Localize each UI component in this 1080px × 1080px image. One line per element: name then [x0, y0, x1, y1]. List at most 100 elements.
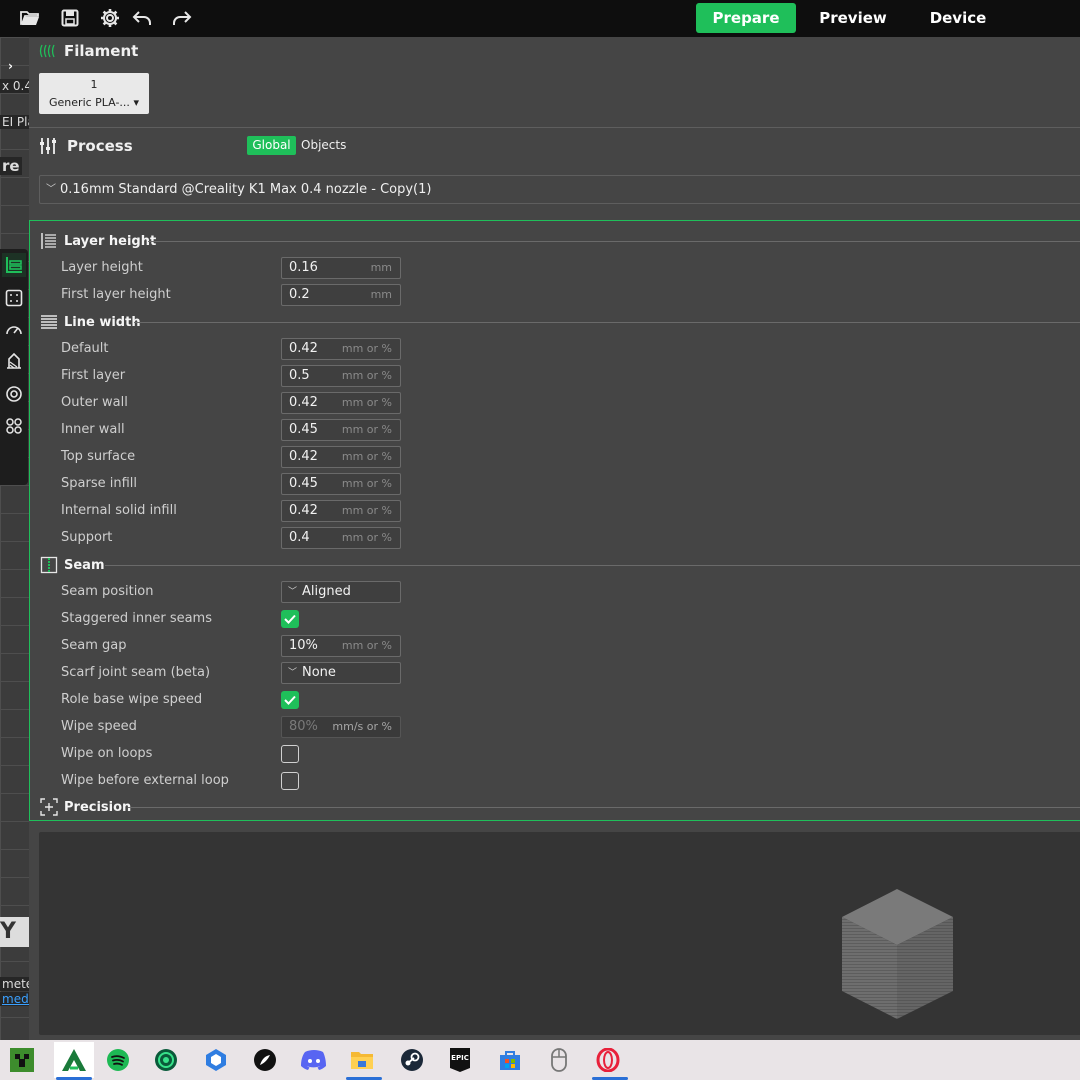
- folder-open-icon[interactable]: [18, 7, 42, 29]
- tab-objects[interactable]: Objects: [301, 136, 346, 155]
- line-width-icon: [41, 315, 57, 329]
- scarf-seam-select[interactable]: ﹀ None: [281, 662, 401, 684]
- line-width-sparse-infill-input[interactable]: 0.45 mm or %: [281, 473, 401, 495]
- group-title: Precision: [64, 799, 132, 815]
- divider: [29, 127, 1080, 128]
- wipe-speed-input[interactable]: 80% mm/s or %: [281, 716, 401, 738]
- process-sliders-icon: [40, 138, 56, 154]
- tab-prepare[interactable]: Prepare: [696, 3, 796, 33]
- line-width-first-layer-input[interactable]: 0.5 mm or %: [281, 365, 401, 387]
- setting-label: Seam gap: [61, 638, 127, 653]
- tab-preview[interactable]: Preview: [808, 3, 898, 33]
- store-icon[interactable]: [494, 1044, 526, 1076]
- creality-print-icon[interactable]: [54, 1042, 94, 1078]
- setting-label: Wipe speed: [61, 719, 137, 734]
- info-fragment: mete: [0, 977, 29, 991]
- plate-label-fragment: x 0.4: [0, 79, 29, 93]
- filament-slot-number: 1: [90, 78, 98, 91]
- settings-sidebar: Filament 1 Generic PLA-... ▾ Process Glo…: [29, 37, 1080, 1040]
- speed-gauge-icon[interactable]: [2, 318, 26, 342]
- group-title: Line width: [64, 314, 141, 330]
- process-preset-select[interactable]: ﹀ 0.16mm Standard @Creality K1 Max 0.4 n…: [39, 175, 1080, 204]
- dropdown-arrow-icon: ▾: [133, 96, 139, 109]
- process-settings-list: Layer height Layer height 0.16 mm First l…: [29, 220, 1080, 821]
- object-toolbar: [0, 249, 28, 485]
- chevron-down-icon: ﹀: [46, 184, 56, 195]
- 3d-view-edge: › x 0.4 EI Pla re Y mete media: [0, 37, 29, 1040]
- layer-height-input[interactable]: 0.16 mm: [281, 257, 401, 279]
- steam-icon[interactable]: [396, 1044, 428, 1076]
- gear-icon[interactable]: [98, 7, 122, 29]
- seam-gap-input[interactable]: 10% mm or %: [281, 635, 401, 657]
- setting-label: Staggered inner seams: [61, 611, 212, 626]
- file-explorer-icon[interactable]: [346, 1044, 378, 1076]
- epic-games-icon[interactable]: EPIC: [444, 1044, 476, 1076]
- group-layer-height: Layer height: [40, 231, 156, 251]
- multi-tool-icon[interactable]: [2, 414, 26, 438]
- process-header: Process: [29, 136, 1080, 156]
- model-preview-area: [39, 832, 1080, 1035]
- layer-height-icon: [41, 233, 56, 249]
- wipe-on-loops-checkbox[interactable]: [281, 745, 299, 763]
- checkmark-icon: [284, 614, 296, 624]
- minecraft-icon[interactable]: [6, 1044, 38, 1076]
- staggered-seams-checkbox[interactable]: [281, 610, 299, 628]
- setting-label: First layer height: [61, 287, 171, 302]
- save-icon[interactable]: [58, 7, 82, 29]
- opera-icon[interactable]: [592, 1044, 624, 1076]
- setting-label: Wipe before external loop: [61, 773, 229, 788]
- process-title: Process: [67, 137, 133, 155]
- app-icon[interactable]: [249, 1044, 281, 1076]
- role-wipe-speed-checkbox[interactable]: [281, 691, 299, 709]
- app-icon[interactable]: [200, 1044, 232, 1076]
- chevron-down-icon: ﹀: [288, 587, 298, 597]
- brand-logo-fragment: Y: [0, 917, 29, 947]
- seam-position-select[interactable]: ﹀ Aligned: [281, 581, 401, 603]
- plate-name-fragment: EI Pla: [0, 115, 29, 129]
- filament-icon: [39, 44, 55, 58]
- divider: [134, 322, 1080, 323]
- filament-slot-button[interactable]: 1 Generic PLA-... ▾: [39, 73, 149, 114]
- group-title: Layer height: [64, 233, 157, 249]
- tab-device[interactable]: Device: [915, 3, 1001, 33]
- support-tool-icon[interactable]: [2, 286, 26, 310]
- build-plate-grid: [0, 37, 29, 1040]
- setting-label: First layer: [61, 368, 126, 383]
- setting-label: Inner wall: [61, 422, 125, 437]
- first-layer-height-input[interactable]: 0.2 mm: [281, 284, 401, 306]
- chevron-down-icon: ﹀: [288, 668, 298, 678]
- cube-model-icon: [842, 889, 953, 1019]
- discord-icon[interactable]: [298, 1044, 330, 1076]
- seam-icon: [40, 556, 58, 574]
- checkmark-icon: [284, 695, 296, 705]
- line-width-support-input[interactable]: 0.4 mm or %: [281, 527, 401, 549]
- setting-label: Internal solid infill: [61, 503, 177, 518]
- setting-label: Outer wall: [61, 395, 128, 410]
- app-icon[interactable]: [150, 1044, 182, 1076]
- info-link-fragment[interactable]: media: [0, 992, 29, 1006]
- view-label-fragment: re: [0, 157, 22, 175]
- line-width-default-input[interactable]: 0.42 mm or %: [281, 338, 401, 360]
- undo-icon[interactable]: [130, 7, 154, 29]
- line-width-outer-wall-input[interactable]: 0.42 mm or %: [281, 392, 401, 414]
- redo-icon[interactable]: [170, 7, 194, 29]
- others-tool-icon[interactable]: [2, 382, 26, 406]
- setting-label: Seam position: [61, 584, 154, 599]
- group-precision: Precision: [40, 797, 131, 817]
- strength-tool-icon[interactable]: [2, 349, 26, 373]
- wipe-before-external-checkbox[interactable]: [281, 772, 299, 790]
- filament-title: Filament: [64, 42, 139, 60]
- tab-global[interactable]: Global: [247, 136, 296, 155]
- mouse-icon[interactable]: [543, 1044, 575, 1076]
- line-width-internal-solid-input[interactable]: 0.42 mm or %: [281, 500, 401, 522]
- process-preset-value: 0.16mm Standard @Creality K1 Max 0.4 noz…: [60, 182, 432, 197]
- expand-icon[interactable]: ›: [8, 59, 13, 73]
- svg-text:EPIC: EPIC: [451, 1054, 469, 1062]
- layer-tool-icon[interactable]: [2, 253, 26, 277]
- setting-label: Support: [61, 530, 113, 545]
- group-title: Seam: [64, 557, 105, 573]
- line-width-inner-wall-input[interactable]: 0.45 mm or %: [281, 419, 401, 441]
- setting-label: Sparse infill: [61, 476, 137, 491]
- line-width-top-surface-input[interactable]: 0.42 mm or %: [281, 446, 401, 468]
- spotify-icon[interactable]: [102, 1044, 134, 1076]
